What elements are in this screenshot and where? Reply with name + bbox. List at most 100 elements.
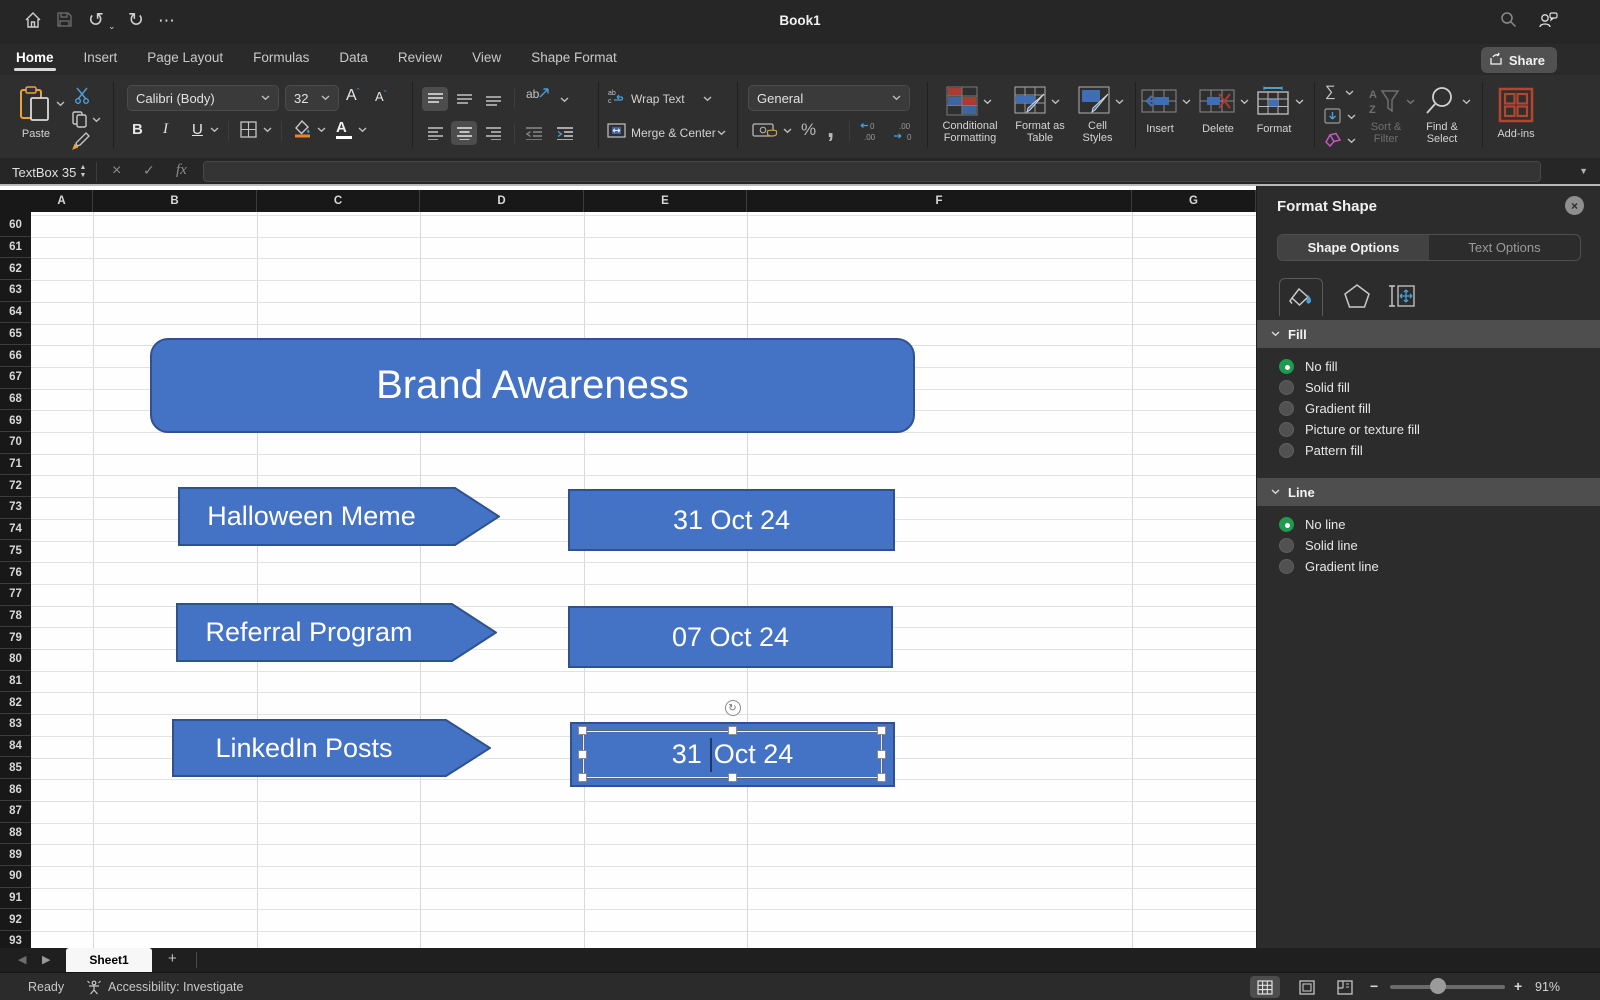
row-header-89[interactable]: 89 [0, 844, 31, 866]
addins-icon[interactable] [1498, 87, 1534, 128]
decrease-indent-icon[interactable] [521, 121, 547, 145]
orientation-chevron-icon[interactable] [560, 97, 569, 103]
cancel-icon[interactable]: × [112, 162, 121, 180]
delete-cells-icon[interactable] [1199, 89, 1235, 118]
insert-label[interactable]: Insert [1138, 123, 1182, 135]
format-cells-chevron-icon[interactable] [1295, 99, 1304, 105]
font-size-select[interactable]: 32 [285, 85, 339, 111]
option-picture-or-texture-fill[interactable]: Picture or texture fill [1279, 419, 1420, 440]
borders-chevron-icon[interactable] [263, 127, 272, 133]
sort-filter-label[interactable]: Sort & Filter [1360, 121, 1412, 145]
row-header-91[interactable]: 91 [0, 888, 31, 910]
delete-chevron-icon[interactable] [1240, 99, 1249, 105]
row-header-74[interactable]: 74 [0, 519, 31, 541]
find-select-icon[interactable] [1424, 85, 1456, 122]
zoom-slider-thumb[interactable] [1430, 978, 1446, 994]
zoom-percentage[interactable]: 91% [1535, 980, 1560, 994]
row-header-60[interactable]: 60 [0, 215, 31, 237]
panel-tab-shape-options[interactable]: Shape Options [1278, 235, 1429, 260]
radio-icon[interactable] [1279, 380, 1294, 395]
row-header-62[interactable]: 62 [0, 258, 31, 280]
conditional-formatting-label[interactable]: Conditional Formatting [930, 120, 1010, 144]
row-header-63[interactable]: 63 [0, 280, 31, 302]
underline-button[interactable]: U [192, 121, 203, 138]
merge-center-label[interactable]: Merge & Center [631, 126, 716, 140]
insert-function-icon[interactable]: fx [176, 162, 187, 179]
row-header-92[interactable]: 92 [0, 909, 31, 931]
radio-icon[interactable] [1279, 359, 1294, 374]
zoom-out-button[interactable]: − [1370, 978, 1378, 994]
cell-styles-chevron-icon[interactable] [1115, 99, 1124, 105]
sort-filter-chevron-icon[interactable] [1406, 99, 1415, 105]
column-header-F[interactable]: F [747, 190, 1132, 212]
radio-icon[interactable] [1279, 422, 1294, 437]
clear-icon[interactable] [1324, 132, 1342, 153]
radio-icon[interactable] [1279, 559, 1294, 574]
row-header-70[interactable]: 70 [0, 432, 31, 454]
cells-area[interactable] [31, 212, 1256, 948]
row-header-73[interactable]: 73 [0, 497, 31, 519]
radio-icon[interactable] [1279, 517, 1294, 532]
format-label[interactable]: Format [1252, 123, 1296, 135]
row-header-71[interactable]: 71 [0, 454, 31, 476]
wrap-text-icon[interactable]: abc [608, 89, 625, 109]
sheet-tab-sheet1[interactable]: Sheet1 [66, 948, 152, 972]
option-solid-line[interactable]: Solid line [1279, 535, 1358, 556]
find-select-label[interactable]: Find & Select [1418, 121, 1466, 145]
row-header-85[interactable]: 85 [0, 758, 31, 780]
page-layout-view-button[interactable] [1292, 976, 1322, 998]
insert-cells-icon[interactable] [1141, 89, 1177, 118]
share-button[interactable]: Share [1481, 47, 1557, 73]
tab-view[interactable]: View [470, 44, 503, 71]
row-header-81[interactable]: 81 [0, 671, 31, 693]
tab-data[interactable]: Data [337, 44, 370, 71]
clear-chevron-icon[interactable] [1347, 138, 1356, 144]
delete-label[interactable]: Delete [1196, 123, 1240, 135]
tab-home[interactable]: Home [14, 44, 56, 71]
formula-input[interactable] [203, 161, 1541, 182]
fill-color-icon[interactable] [293, 119, 312, 143]
cell-styles-icon[interactable] [1078, 86, 1110, 121]
prev-sheet-icon[interactable]: ◀ [18, 953, 26, 966]
underline-chevron-icon[interactable] [210, 127, 219, 133]
decrease-font-size-button[interactable]: Aˇ [375, 89, 387, 104]
formula-bar-expand-icon[interactable]: ▼ [1579, 166, 1588, 176]
tab-insert[interactable]: Insert [82, 44, 120, 71]
increase-indent-icon[interactable] [552, 121, 578, 145]
find-select-chevron-icon[interactable] [1462, 99, 1471, 105]
status-accessibility[interactable]: Accessibility: Investigate [108, 980, 243, 994]
option-pattern-fill[interactable]: Pattern fill [1279, 440, 1363, 461]
insert-chevron-icon[interactable] [1182, 99, 1191, 105]
percent-style-icon[interactable]: % [801, 120, 816, 140]
text-orientation-icon[interactable]: ab [526, 87, 550, 101]
align-right-button[interactable] [480, 121, 506, 145]
fill-down-icon[interactable] [1324, 108, 1341, 129]
merge-center-chevron-icon[interactable] [717, 130, 726, 136]
tab-formulas[interactable]: Formulas [251, 44, 311, 71]
fill-chevron-icon[interactable] [1347, 114, 1356, 120]
zoom-slider-track[interactable] [1390, 985, 1505, 989]
name-box-stepper[interactable]: ▲ ▼ [76, 161, 90, 183]
paste-chevron-icon[interactable] [56, 101, 65, 107]
page-break-view-button[interactable] [1330, 976, 1360, 998]
format-cells-icon[interactable] [1256, 85, 1290, 120]
row-header-82[interactable]: 82 [0, 692, 31, 714]
row-header-64[interactable]: 64 [0, 302, 31, 324]
row-header-75[interactable]: 75 [0, 541, 31, 563]
row-header-87[interactable]: 87 [0, 801, 31, 823]
copy-icon[interactable] [72, 111, 88, 133]
increase-font-size-button[interactable]: Aˆ [346, 87, 360, 105]
format-as-table-label[interactable]: Format as Table [1005, 120, 1075, 144]
copy-chevron-icon[interactable] [92, 117, 101, 123]
row-header-66[interactable]: 66 [0, 345, 31, 367]
addins-label[interactable]: Add-ins [1490, 128, 1542, 140]
section-header-fill[interactable]: Fill [1257, 320, 1600, 348]
row-header-61[interactable]: 61 [0, 237, 31, 259]
radio-icon[interactable] [1279, 538, 1294, 553]
option-no-fill[interactable]: No fill [1279, 356, 1338, 377]
format-as-table-chevron-icon[interactable] [1051, 99, 1060, 105]
font-color-chevron-icon[interactable] [358, 127, 367, 133]
row-header-65[interactable]: 65 [0, 324, 31, 346]
borders-icon[interactable] [240, 121, 257, 143]
row-header-83[interactable]: 83 [0, 714, 31, 736]
